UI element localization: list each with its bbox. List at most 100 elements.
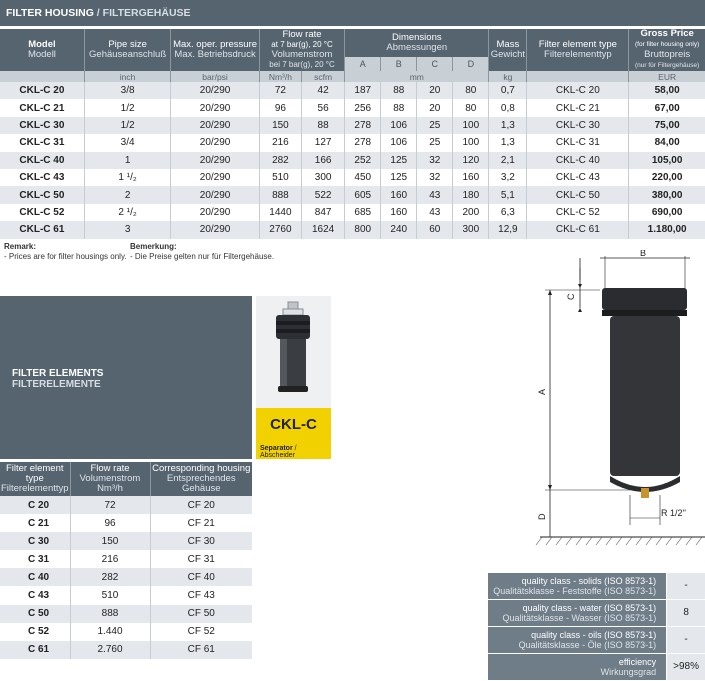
col-pipe: Pipe size Gehäuseanschluß [83, 29, 171, 71]
table-row: C 31 216 CF 31 [0, 550, 252, 569]
cell-pressure: 20/290 [170, 186, 260, 204]
cell-model: CKL-C 30 [0, 116, 85, 135]
dim-label-a: A [537, 389, 547, 395]
title-de: FILTERGEHÄUSE [102, 7, 191, 19]
cell-nm3h: 150 [258, 116, 302, 135]
cell-nm3h: 2760 [258, 221, 302, 239]
cell-housing: CF 43 [149, 586, 252, 605]
cell-flow: 72 [69, 496, 150, 515]
cell-scfm: 127 [300, 134, 345, 152]
table-row: CKL-C 61 3 20/290 2760 1624 800 240 60 300 12,9 CK… [0, 221, 705, 239]
cell-model: CKL-C 50 [0, 186, 85, 204]
cell-c: 25 [416, 134, 453, 152]
table-row: C 50 888 CF 50 [0, 604, 252, 623]
quality-row: quality class - solids (ISO 8573-1) Quali… [488, 573, 705, 599]
cell-housing: CF 40 [149, 568, 252, 587]
quality-value: - [667, 627, 705, 653]
quality-label-en: quality class - water (ISO 8573-1) [522, 603, 657, 613]
cell-type: C 21 [28, 517, 50, 529]
cell-pipe: 1 [83, 151, 171, 169]
cell-a: 278 [344, 134, 381, 152]
cell-scfm: 300 [300, 168, 345, 187]
cell-pipe: 2 [83, 186, 171, 204]
cell-scfm: 166 [300, 151, 345, 169]
cell-scfm: 42 [300, 82, 345, 100]
cell-c: 20 [416, 82, 453, 100]
cell-c: 32 [416, 151, 453, 169]
cell-type: C 52 [28, 626, 50, 638]
table-row: C 20 72 CF 20 [0, 496, 252, 515]
cell-a: 605 [344, 186, 381, 204]
quality-value: - [667, 573, 705, 599]
cell-b: 106 [380, 134, 417, 152]
cell-pressure: 20/290 [170, 203, 260, 222]
cell-pipe: 3/4 [83, 134, 171, 152]
cell-pipe: 3 [83, 221, 171, 239]
table-row: CKL-C 30 1/2 20/290 150 88 278 106 25 100 1,3 CKL-… [0, 116, 705, 135]
cell-model: CKL-C 20 [0, 82, 85, 100]
cell-mass: 2,1 [488, 151, 527, 169]
cell-a: 685 [344, 203, 381, 222]
quality-value: >98% [667, 654, 705, 680]
table-row: C 21 96 CF 21 [0, 514, 252, 533]
cell-housing: CF 50 [149, 604, 252, 623]
quality-row: quality class - oils (ISO 8573-1) Qualitä… [488, 627, 705, 653]
housing-table: Model Modell Pipe size Gehäuseanschluß Max… [0, 29, 705, 239]
cell-flow: 216 [69, 550, 150, 569]
dim-label-r: R 1/2'' [661, 508, 686, 518]
cell-type: C 43 [28, 590, 50, 602]
cell-nm3h: 282 [258, 151, 302, 169]
cell-a: 252 [344, 151, 381, 169]
cell-d: 200 [452, 203, 489, 222]
cell-model: CKL-C 61 [0, 221, 85, 239]
quality-label-de: Qualitätsklasse - Öle (ISO 8573-1) [518, 640, 657, 650]
quality-label-de: Wirkungsgrad [600, 667, 657, 677]
cell-pressure: 20/290 [170, 151, 260, 169]
cell-flow: 510 [69, 586, 150, 605]
cell-type: C 30 [0, 532, 70, 551]
filter-element-image [256, 296, 331, 408]
cell-d: 100 [452, 116, 489, 135]
cell-price: 105,00 [628, 151, 705, 169]
cell-pipe: 1/2 [83, 116, 171, 135]
cell-housing: CF 20 [149, 496, 252, 515]
table-row: C 52 1.440 CF 52 [0, 622, 252, 641]
quality-label-en: quality class - solids (ISO 8573-1) [521, 576, 657, 586]
fe-col-flow: Flow rate Volumenstrom Nm³/h [69, 462, 150, 496]
cell-pressure: 20/290 [170, 99, 260, 117]
cell-scfm: 522 [300, 186, 345, 204]
remark-de: Bemerkung: - Die Preise gelten nur für Fi… [130, 242, 275, 261]
cell-pressure: 20/290 [170, 168, 260, 187]
col-flow: Flow rate at 7 bar(g), 20 °C Volumenstrom b… [258, 29, 345, 71]
cell-price: 75,00 [628, 116, 705, 135]
cell-mass: 0,8 [488, 99, 527, 117]
cell-scfm: 88 [300, 116, 345, 135]
cell-type: C 40 [0, 568, 70, 587]
cell-mass: 1,3 [488, 116, 527, 135]
cell-c: 60 [416, 221, 453, 239]
cell-pressure: 20/290 [170, 221, 260, 239]
cell-d: 300 [452, 221, 489, 239]
table-row: C 40 282 CF 40 [0, 568, 252, 587]
cell-model: CKL-C 52 [19, 206, 65, 218]
cell-c: 20 [416, 99, 453, 117]
cell-b: 125 [380, 168, 417, 187]
cell-price: 220,00 [628, 168, 705, 187]
table-row: CKL-C 21 1/2 20/290 96 56 256 88 20 80 0,8 CKL-C 2… [0, 99, 705, 117]
cell-mass: 1,3 [488, 134, 527, 152]
cell-nm3h: 510 [258, 168, 302, 187]
filter-elements-table: Filter element type Filterelementtyp Flow … [0, 462, 252, 659]
cell-b: 125 [380, 151, 417, 169]
cell-price: 58,00 [628, 82, 705, 100]
cell-scfm: 56 [300, 99, 345, 117]
cell-nm3h: 96 [258, 99, 302, 117]
cell-element: CKL-C 21 [526, 99, 629, 117]
cell-b: 160 [380, 203, 417, 222]
dim-label-b: B [640, 250, 646, 258]
cell-d: 80 [452, 82, 489, 100]
cell-mass: 5,1 [488, 186, 527, 204]
cell-price: 1.180,00 [628, 221, 705, 239]
dim-label-c: C [566, 293, 576, 300]
cell-pipe: 3/8 [83, 82, 171, 100]
cell-housing: CF 61 [149, 640, 252, 659]
